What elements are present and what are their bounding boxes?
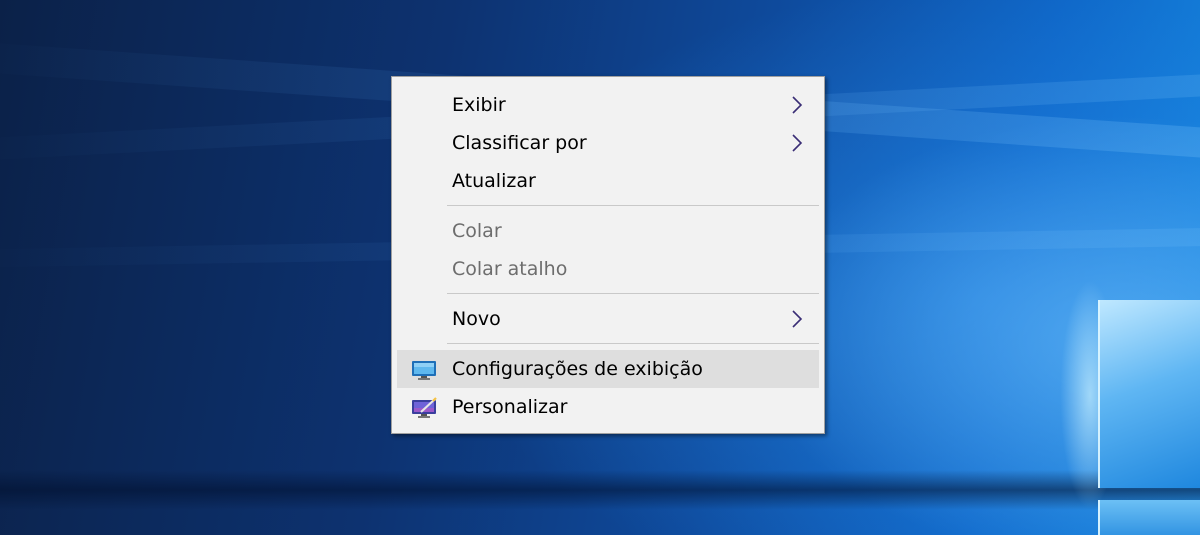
menu-item-configuracoes-de-exibicao[interactable]: Configurações de exibição (397, 350, 819, 388)
wallpaper-shadow-band (0, 470, 1200, 510)
wallpaper-window-pane (1098, 300, 1200, 488)
menu-item-label: Colar atalho (452, 258, 568, 280)
chevron-right-icon (792, 310, 803, 328)
menu-item-label: Colar (452, 220, 502, 242)
wallpaper-window-pane (1098, 500, 1200, 535)
menu-separator (447, 293, 819, 294)
menu-separator (447, 343, 819, 344)
menu-item-label: Personalizar (452, 396, 568, 418)
menu-item-label: Exibir (452, 94, 506, 116)
menu-item-label: Classificar por (452, 132, 587, 154)
menu-item-label: Novo (452, 308, 501, 330)
chevron-right-icon (792, 134, 803, 152)
menu-item-classificar-por[interactable]: Classificar por (397, 124, 819, 162)
personalize-icon (412, 397, 437, 418)
menu-item-atualizar[interactable]: Atualizar (397, 162, 819, 200)
menu-item-personalizar[interactable]: Personalizar (397, 388, 819, 426)
menu-item-label: Atualizar (452, 170, 536, 192)
menu-separator (447, 205, 819, 206)
desktop-context-menu: Exibir Classificar por Atualizar Colar C… (391, 76, 825, 434)
display-settings-icon (412, 361, 436, 380)
menu-item-exibir[interactable]: Exibir (397, 86, 819, 124)
menu-item-label: Configurações de exibição (452, 358, 703, 380)
menu-item-novo[interactable]: Novo (397, 300, 819, 338)
menu-item-colar[interactable]: Colar (397, 212, 819, 250)
menu-item-colar-atalho[interactable]: Colar atalho (397, 250, 819, 288)
chevron-right-icon (792, 96, 803, 114)
